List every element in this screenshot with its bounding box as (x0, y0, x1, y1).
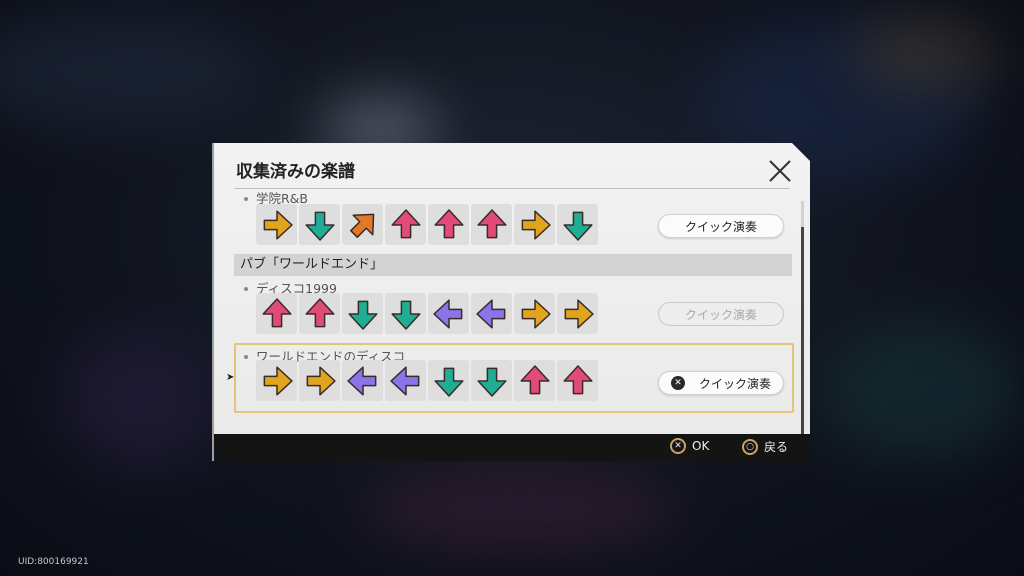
up-arrow-icon (514, 360, 555, 401)
up-arrow-icon (299, 293, 340, 334)
footer-bar: ✕ OK ○ 戻る (214, 434, 810, 461)
close-icon[interactable] (768, 159, 792, 183)
title-divider (234, 188, 790, 189)
right-arrow-icon (256, 360, 297, 401)
up-arrow-icon (428, 204, 469, 245)
up-arrow-icon (256, 293, 297, 334)
score-list[interactable]: 学院R&B クイック演奏 パブ「ワールドエンド」 ディスコ1999 クイック演奏… (214, 190, 810, 433)
up-arrow-icon (557, 360, 598, 401)
section-header: パブ「ワールドエンド」 (234, 254, 792, 276)
collected-scores-dialog: 収集済みの楽譜 学院R&B クイック演奏 パブ「ワールドエンド」 ディスコ199… (212, 143, 810, 461)
circle-button-icon: ○ (742, 438, 758, 455)
selection-cursor-icon: ➤ (226, 372, 235, 383)
quick-play-button-selected[interactable]: ✕ クイック演奏 (658, 371, 784, 395)
scrollbar-thumb[interactable] (801, 227, 804, 437)
uid-label: UID:800169921 (18, 557, 89, 567)
left-arrow-icon (471, 293, 512, 334)
back-button[interactable]: ○ 戻る (742, 438, 788, 455)
upright-arrow-icon (342, 204, 383, 245)
cross-button-icon: ✕ (670, 438, 686, 454)
right-arrow-icon (299, 360, 340, 401)
down-arrow-icon (385, 293, 426, 334)
right-arrow-icon (514, 293, 555, 334)
cross-button-icon: ✕ (670, 376, 685, 390)
right-arrow-icon (256, 204, 297, 245)
left-arrow-icon (385, 360, 426, 401)
quick-play-button[interactable]: クイック演奏 (658, 214, 784, 238)
arrow-sequence (256, 293, 598, 334)
right-arrow-icon (557, 293, 598, 334)
up-arrow-icon (471, 204, 512, 245)
down-arrow-icon (557, 204, 598, 245)
down-arrow-icon (471, 360, 512, 401)
quick-play-button-disabled[interactable]: クイック演奏 (658, 302, 784, 326)
arrow-sequence (256, 360, 598, 401)
down-arrow-icon (428, 360, 469, 401)
scrollbar[interactable] (801, 201, 804, 437)
up-arrow-icon (385, 204, 426, 245)
right-arrow-icon (514, 204, 555, 245)
left-arrow-icon (342, 360, 383, 401)
ok-button[interactable]: ✕ OK (670, 438, 709, 454)
left-arrow-icon (428, 293, 469, 334)
down-arrow-icon (299, 204, 340, 245)
arrow-sequence (256, 204, 598, 245)
down-arrow-icon (342, 293, 383, 334)
dialog-title: 収集済みの楽譜 (236, 162, 355, 182)
